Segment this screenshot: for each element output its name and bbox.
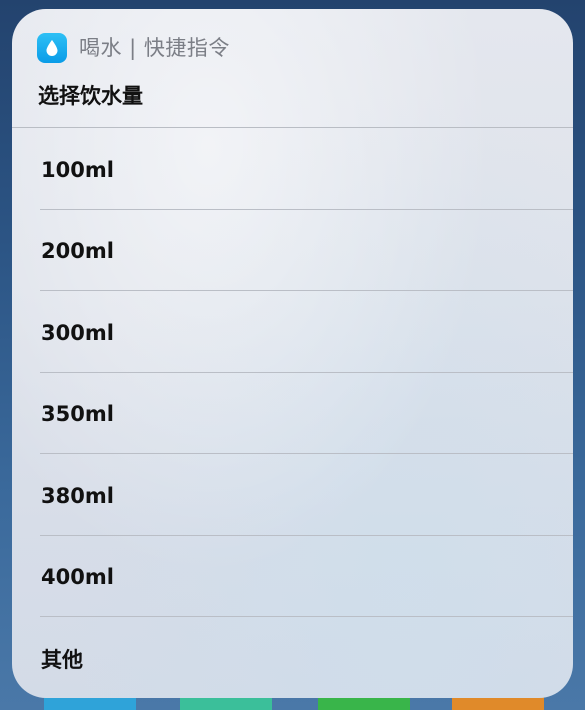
option-label: 200ml (41, 239, 114, 264)
option-list: 100ml 200ml 300ml 350ml 380ml 400ml 其他 (12, 128, 573, 698)
option-other[interactable]: 其他 (12, 617, 573, 698)
option-label: 400ml (41, 565, 114, 590)
option-label: 100ml (41, 157, 114, 182)
option-label: 350ml (41, 402, 114, 427)
option-100ml[interactable]: 100ml (12, 128, 573, 210)
option-label: 380ml (41, 483, 114, 508)
shortcut-app-name: 喝水 | 快捷指令 (79, 36, 230, 60)
option-label: 其他 (41, 647, 83, 672)
option-label: 300ml (41, 320, 114, 345)
option-400ml[interactable]: 400ml (12, 536, 573, 618)
sheet-header: 喝水 | 快捷指令 选择饮水量 (12, 9, 573, 128)
option-300ml[interactable]: 300ml (12, 291, 573, 373)
option-380ml[interactable]: 380ml (12, 454, 573, 536)
menu-prompt: 选择饮水量 (38, 84, 143, 108)
water-drop-icon (37, 33, 67, 63)
option-350ml[interactable]: 350ml (12, 373, 573, 455)
option-200ml[interactable]: 200ml (12, 210, 573, 292)
shortcut-choose-menu-sheet: 喝水 | 快捷指令 选择饮水量 100ml 200ml 300ml 350ml … (12, 9, 573, 698)
